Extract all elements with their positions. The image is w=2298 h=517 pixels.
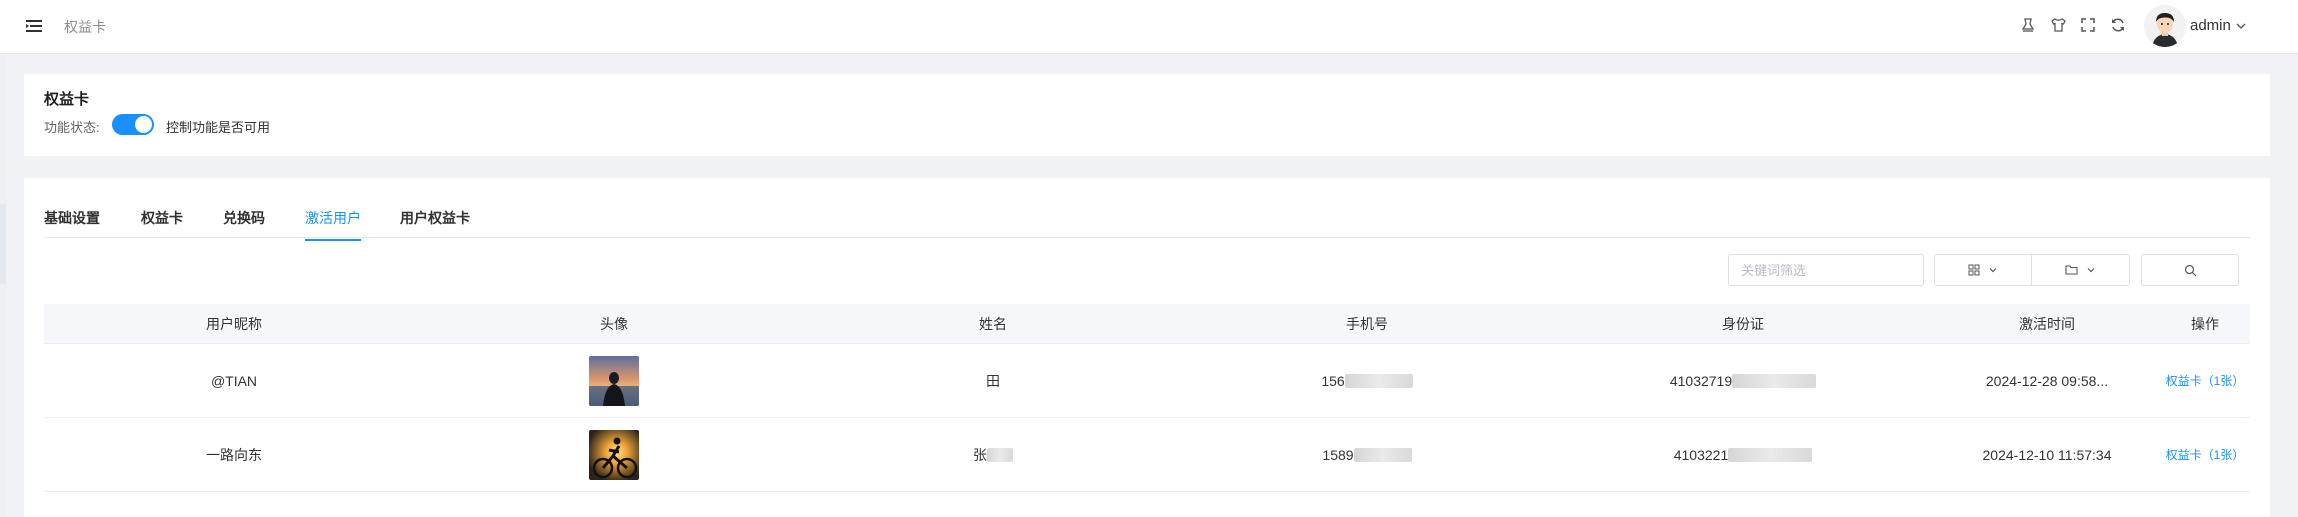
table-header: 用户昵称 头像 姓名 手机号 身份证 激活时间 操作 [44,304,2250,344]
feature-status-card: 权益卡 功能状态: 控制功能是否可用 [24,74,2270,156]
benefit-card-link[interactable]: 权益卡（1张） [2166,446,2245,463]
column-header-name: 姓名 [979,315,1007,332]
cell-activated-time: 2024-12-28 09:58... [1985,372,2109,389]
menu-fold-icon[interactable] [24,16,44,36]
grid-select-button[interactable] [1934,254,2032,286]
phone-visible: 1589 [1322,446,1354,463]
cell-activated-time: 2024-12-10 11:57:34 [1982,446,2112,463]
id-visible: 41032719 [1669,372,1733,389]
cell-id-card: 41032719 [1552,373,1934,389]
breadcrumb: 权益卡 [64,19,106,35]
tab-activated-users[interactable]: 激活用户 [305,208,361,241]
toggle-knob [135,116,152,133]
feature-toggle[interactable] [112,114,154,135]
column-header-activated-time: 激活时间 [2019,315,2075,332]
user-name: admin [2190,17,2231,34]
column-header-nickname: 用户昵称 [206,315,262,332]
tab-user-benefit-card[interactable]: 用户权益卡 [400,208,470,239]
phone-visible: 156 [1321,372,1345,389]
redacted-mask [1344,373,1413,388]
card-title: 权益卡 [44,91,90,108]
status-label: 功能状态: [44,120,100,135]
activated-users-table: 用户昵称 头像 姓名 手机号 身份证 激活时间 操作 @TIAN 田 156 4… [44,304,2250,492]
search-icon [2184,264,2196,276]
sidebar-active-mark [0,204,6,284]
avatar[interactable] [2144,5,2186,47]
cell-name: 张 [804,445,1182,465]
benefit-card-link[interactable]: 权益卡（1张） [2166,372,2245,389]
cell-phone: 1589 [1182,447,1552,463]
cell-name: 田 [986,372,1000,389]
column-header-phone: 手机号 [1346,315,1388,332]
refresh-icon[interactable] [2108,14,2128,36]
chevron-down-icon [2087,268,2095,273]
folder-icon [2065,265,2078,275]
clear-icon[interactable] [2018,14,2038,36]
top-bar: 权益卡 admin [0,0,2298,54]
tab-basic-settings[interactable]: 基础设置 [44,208,100,239]
shirt-icon[interactable] [2048,14,2068,36]
user-avatar-image [589,355,639,406]
cell-phone: 156 [1182,373,1552,389]
tab-bar: 基础设置 权益卡 兑换码 激活用户 用户权益卡 [44,178,2250,241]
redacted-mask [1732,373,1817,388]
cell-actions: 权益卡（1张） [2160,446,2250,463]
cell-nickname: @TIAN [210,372,258,389]
chevron-down-icon [1989,268,1997,273]
fullscreen-icon[interactable] [2078,14,2098,36]
cell-actions: 权益卡（1张） [2160,372,2250,389]
id-visible: 4103221 [1673,446,1729,463]
chevron-down-icon [2236,23,2246,29]
table-row: @TIAN 田 156 41032719 2024-12-28 09:58...… [44,344,2250,418]
column-header-avatar: 头像 [600,315,628,332]
user-menu[interactable]: admin [2190,17,2247,34]
cell-nickname: 一路向东 [206,446,262,463]
main-card: 基础设置 权益卡 兑换码 激活用户 用户权益卡 用户昵称 头像 姓名 手机号 身… [24,178,2270,517]
sidebar-edge [0,54,6,517]
keyword-search-input[interactable] [1728,254,1924,286]
cell-avatar [424,429,804,480]
table-row: 一路向东 张 1589 4103221 2024-12-10 11:57:34 … [44,418,2250,492]
redacted-mask [987,447,1013,462]
folder-select-button[interactable] [2032,254,2130,286]
tab-redeem-code[interactable]: 兑换码 [223,208,265,239]
cell-id-card: 4103221 [1552,447,1934,463]
status-description: 控制功能是否可用 [166,120,271,135]
header-tools [2018,14,2128,36]
column-header-actions: 操作 [2191,315,2219,332]
grid-icon [1968,264,1980,276]
redacted-mask [1353,447,1412,462]
redacted-mask [1728,447,1813,462]
search-button[interactable] [2141,254,2239,286]
name-visible: 张 [973,446,987,463]
cell-avatar [424,355,804,406]
column-header-id-card: 身份证 [1722,315,1764,332]
tab-benefit-card[interactable]: 权益卡 [141,208,183,239]
user-avatar-image [589,429,639,480]
